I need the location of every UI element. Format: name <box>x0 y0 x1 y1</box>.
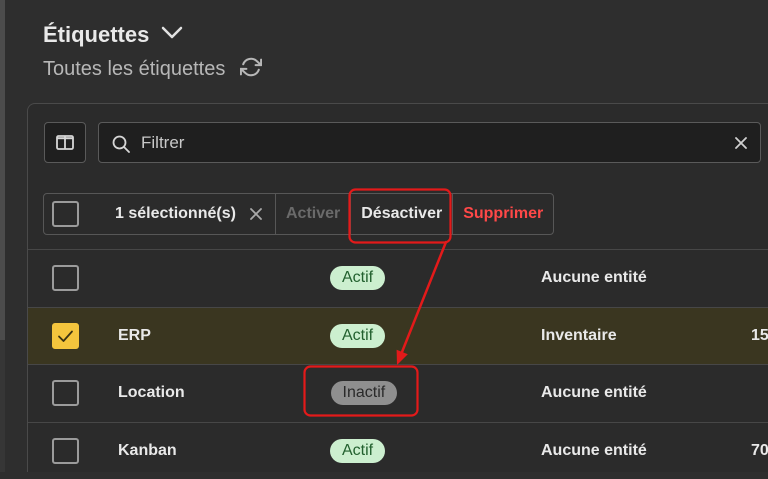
activate-button[interactable]: Activer <box>275 194 350 234</box>
page-subtitle: Toutes les étiquettes <box>43 57 225 81</box>
label-entity: Aucune entité <box>541 365 647 422</box>
chevron-down-icon[interactable] <box>160 25 184 41</box>
labels-table: Actif Aucune entité ERP Actif Inventaire… <box>28 249 768 479</box>
row-checkbox[interactable] <box>52 323 79 349</box>
labels-panel: 1 sélectionné(s) Activer Désactiver Supp… <box>27 103 768 472</box>
columns-icon <box>56 135 74 150</box>
filter-field[interactable] <box>98 122 761 163</box>
selection-summary: 1 sélectionné(s) <box>44 194 275 234</box>
refresh-icon[interactable] <box>240 56 262 78</box>
search-icon <box>112 135 130 153</box>
status-badge: Actif <box>330 324 385 348</box>
label-count: 70 <box>751 423 768 479</box>
delete-button[interactable]: Supprimer <box>452 194 553 234</box>
window-edge <box>0 0 5 472</box>
label-name: Kanban <box>118 423 177 479</box>
table-row[interactable]: Kanban Actif Aucune entité 70 <box>28 422 768 479</box>
close-icon <box>250 208 262 220</box>
row-checkbox[interactable] <box>52 265 79 291</box>
clear-selection-button[interactable] <box>250 208 262 220</box>
table-row[interactable]: Actif Aucune entité <box>28 249 768 307</box>
clear-filter-button[interactable] <box>735 137 747 149</box>
label-name: Location <box>118 365 185 422</box>
table-row[interactable]: ERP Actif Inventaire 15 <box>28 307 768 365</box>
table-row[interactable]: Location Inactif Aucune entité <box>28 364 768 422</box>
status-badge: Inactif <box>331 381 397 405</box>
check-icon <box>54 325 77 347</box>
view-selector[interactable]: Étiquettes <box>43 20 185 50</box>
selected-count: 1 sélectionné(s) <box>115 194 236 234</box>
label-entity: Aucune entité <box>541 250 647 307</box>
label-entity: Inventaire <box>541 308 617 365</box>
bulk-actions-bar: 1 sélectionné(s) Activer Désactiver Supp… <box>43 193 554 235</box>
close-icon <box>735 137 747 149</box>
label-count: 15 <box>751 308 768 365</box>
page-title: Étiquettes <box>43 22 149 48</box>
label-entity: Aucune entité <box>541 423 647 479</box>
row-checkbox[interactable] <box>52 438 79 464</box>
select-all-checkbox[interactable] <box>52 201 79 227</box>
status-badge: Actif <box>330 266 385 290</box>
columns-toggle-button[interactable] <box>44 122 86 163</box>
filter-input[interactable] <box>141 123 701 162</box>
status-badge: Actif <box>330 439 385 463</box>
row-checkbox[interactable] <box>52 380 79 406</box>
deactivate-button[interactable]: Désactiver <box>350 194 452 234</box>
label-name: ERP <box>118 308 151 365</box>
